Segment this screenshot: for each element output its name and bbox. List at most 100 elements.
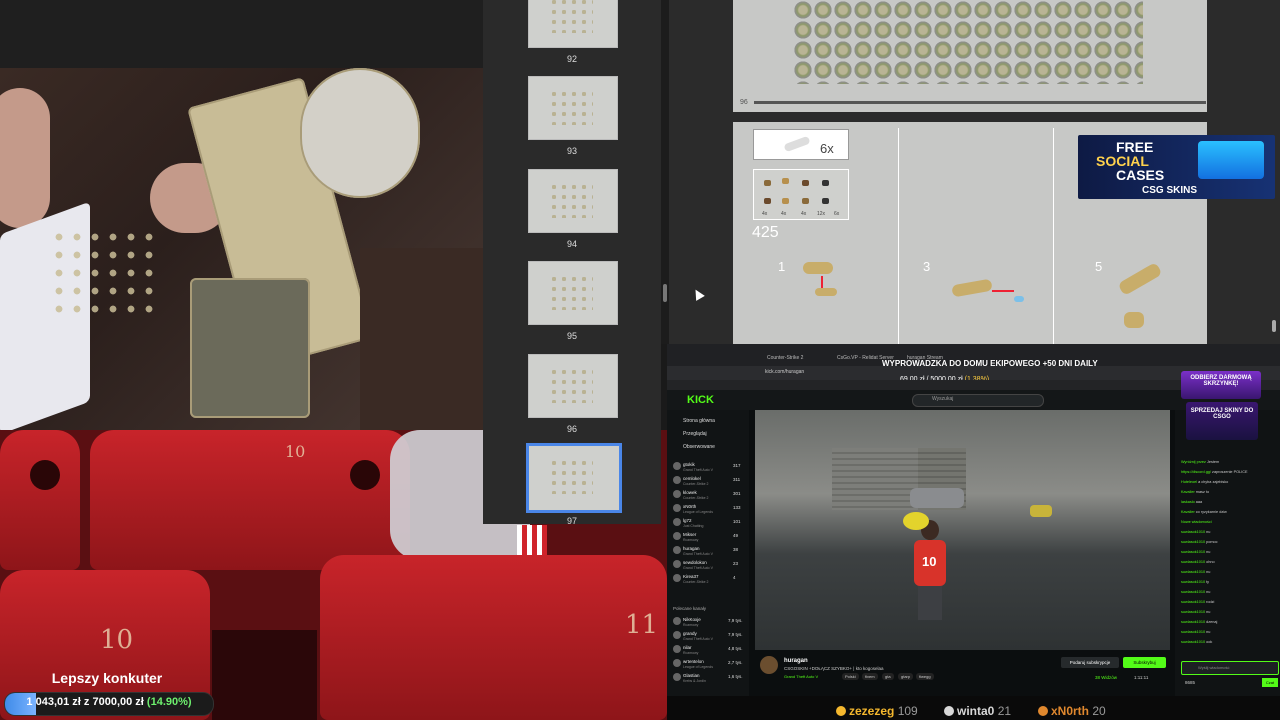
mini-part	[782, 198, 789, 204]
goal-current: 1 043,01 zł	[26, 696, 81, 708]
chat-username[interactable]: Huteleoel	[1181, 480, 1197, 484]
stream-tag[interactable]: gtarp	[898, 673, 914, 680]
channel-viewers: 311	[733, 477, 741, 482]
viewer-scrollbar-thumb[interactable]	[1272, 320, 1276, 332]
channel-name[interactable]: xN0rth	[683, 504, 696, 509]
chat-message: suwlasok1010 nu	[1181, 590, 1210, 594]
viewer-count: 38 Widzów	[1095, 675, 1118, 680]
leaderboard-score: 21	[997, 704, 1012, 718]
chat-username[interactable]: Kavalier	[1181, 490, 1195, 494]
channel-name[interactable]: cemlokel	[683, 476, 701, 481]
cup-holder	[30, 460, 60, 490]
chat-username[interactable]: laskaslo	[1181, 500, 1195, 504]
chat-username[interactable]: suwlasok1010	[1181, 560, 1205, 564]
chat-username[interactable]: suwlasok1010	[1181, 640, 1205, 644]
channel-name[interactable]: sewdolokon	[683, 560, 707, 565]
mini-part-label: 4x	[801, 211, 807, 217]
channel-avatar	[673, 504, 681, 512]
chat-promo-banner[interactable]: ODBIERZ DARMOWĄ SKRZYNKĘ!	[1181, 371, 1261, 399]
browser-tab[interactable]: Counter-Strike 2	[767, 355, 803, 361]
part-image	[783, 135, 811, 153]
leaderboard-entry: winta0 21	[944, 704, 1011, 718]
channel-name[interactable]: Glastian	[683, 673, 700, 678]
channel-avatar	[673, 659, 681, 667]
chat-input[interactable]	[1181, 661, 1279, 675]
mini-part-label: 4x	[762, 211, 768, 217]
seat	[0, 430, 80, 570]
chat-username[interactable]: https://discord.gg/	[1181, 470, 1211, 474]
channel-name[interactable]: grandy	[683, 631, 697, 636]
channel-name[interactable]: nilar	[683, 645, 692, 650]
thumbnail-label: 97	[566, 516, 577, 526]
leaderboard-score: 109	[897, 704, 918, 718]
hand-left	[0, 88, 50, 228]
chat-text: rodzi	[1206, 600, 1215, 604]
channel-game: Counter-Strike 2	[683, 496, 709, 500]
channel-name[interactable]: gtokik	[683, 462, 695, 467]
stream-tag[interactable]: fiwegg	[916, 673, 934, 680]
channel-name[interactable]: NikKoxje	[683, 617, 701, 622]
chat-username[interactable]: Wyróżnij przez	[1181, 460, 1206, 464]
character-legs	[918, 586, 942, 620]
table-edge	[360, 248, 483, 430]
page-thumbnail-93[interactable]	[528, 76, 618, 140]
step-piece-illustration	[1014, 296, 1024, 302]
chat-username[interactable]: Kavalier	[1181, 510, 1195, 514]
thumbnail-label: 95	[566, 331, 577, 341]
thumbnail-scrollbar-thumb[interactable]	[663, 284, 667, 302]
substep-number: 3	[923, 259, 931, 274]
chat-username[interactable]: suwlasok1010	[1181, 580, 1205, 584]
chat-username[interactable]: suwlasok1010	[1181, 600, 1205, 604]
stream-video[interactable]	[755, 410, 1170, 650]
streamer-avatar[interactable]	[760, 656, 778, 674]
subscribe-button[interactable]: Subskrybuj	[1123, 657, 1166, 668]
channel-name[interactable]: Mikser	[683, 532, 696, 537]
chat-message: Kavalier co ryzykarnie dziw	[1181, 510, 1227, 514]
page-thumbnail-96[interactable]	[528, 354, 618, 418]
bronze-medal-icon	[1038, 706, 1048, 716]
channel-game: Rozmowy	[683, 651, 699, 655]
chat-text: co ryzykarnie dziw	[1195, 510, 1227, 514]
channel-game: Grand Theft Auto V	[683, 552, 713, 556]
csgoskins-ad[interactable]: FREE SOCIAL CASES CSG SKINS	[1078, 135, 1275, 199]
chat-send-button[interactable]: Czat	[1262, 678, 1278, 687]
chat-username[interactable]: suwlasok1010	[1181, 550, 1205, 554]
page-thumbnail-strip: 92 93 94 95 96 97	[483, 0, 661, 526]
chat-username[interactable]: suwlasok1010	[1181, 530, 1205, 534]
mini-part-label: 6x	[834, 211, 840, 217]
stream-tag[interactable]: gta	[882, 673, 894, 680]
page-thumbnail-95[interactable]	[528, 261, 618, 325]
chat-username[interactable]: suwlasok1010	[1181, 540, 1205, 544]
page-thumbnail-94[interactable]	[528, 169, 618, 233]
channel-name[interactable]: huragan	[683, 546, 700, 551]
gift-subscription-button[interactable]: Podaruj subskrypcje	[1061, 657, 1119, 668]
channel-name[interactable]: Kirea37	[683, 574, 699, 579]
seat	[320, 555, 667, 720]
channel-viewers: 301	[733, 491, 741, 496]
nav-browse[interactable]: Przeglądaj	[683, 431, 707, 437]
channel-viewers: 23	[733, 561, 739, 566]
nav-home[interactable]: Strona główna	[683, 418, 715, 424]
stream-game[interactable]: Grand Theft Auto V	[784, 674, 818, 679]
channel-name[interactable]: wrtentelon	[683, 659, 704, 664]
chat-username[interactable]: Nowe wiadomości	[1181, 520, 1212, 524]
chat-username[interactable]: suwlasok1010	[1181, 610, 1205, 614]
stream-tag[interactable]: Polski	[842, 673, 859, 680]
chat-promo-banner[interactable]: SPRZEDAJ SKINY DO CSGO	[1186, 402, 1258, 440]
case-icon	[1198, 141, 1264, 179]
streamer-name[interactable]: huragan	[784, 658, 808, 664]
nav-following[interactable]: Obserwowane	[683, 444, 715, 450]
stream-tag[interactable]: fivem	[862, 673, 878, 680]
channel-game: Krebs & Jordin	[683, 679, 706, 683]
chat-username[interactable]: suwlasok1010	[1181, 590, 1205, 594]
chat-username[interactable]: suwlasok1010	[1181, 570, 1205, 574]
channel-name[interactable]: klowek	[683, 490, 697, 495]
chat-username[interactable]: suwlasok1010	[1181, 620, 1205, 624]
kick-logo[interactable]: KICK	[687, 394, 714, 406]
channel-avatar	[673, 490, 681, 498]
mini-part	[764, 198, 771, 204]
page-thumbnail-92[interactable]	[528, 0, 618, 48]
chat-username[interactable]: suwlasok1010	[1181, 630, 1205, 634]
page-thumbnail-97[interactable]	[526, 443, 622, 513]
channel-name[interactable]: lg72	[683, 518, 692, 523]
